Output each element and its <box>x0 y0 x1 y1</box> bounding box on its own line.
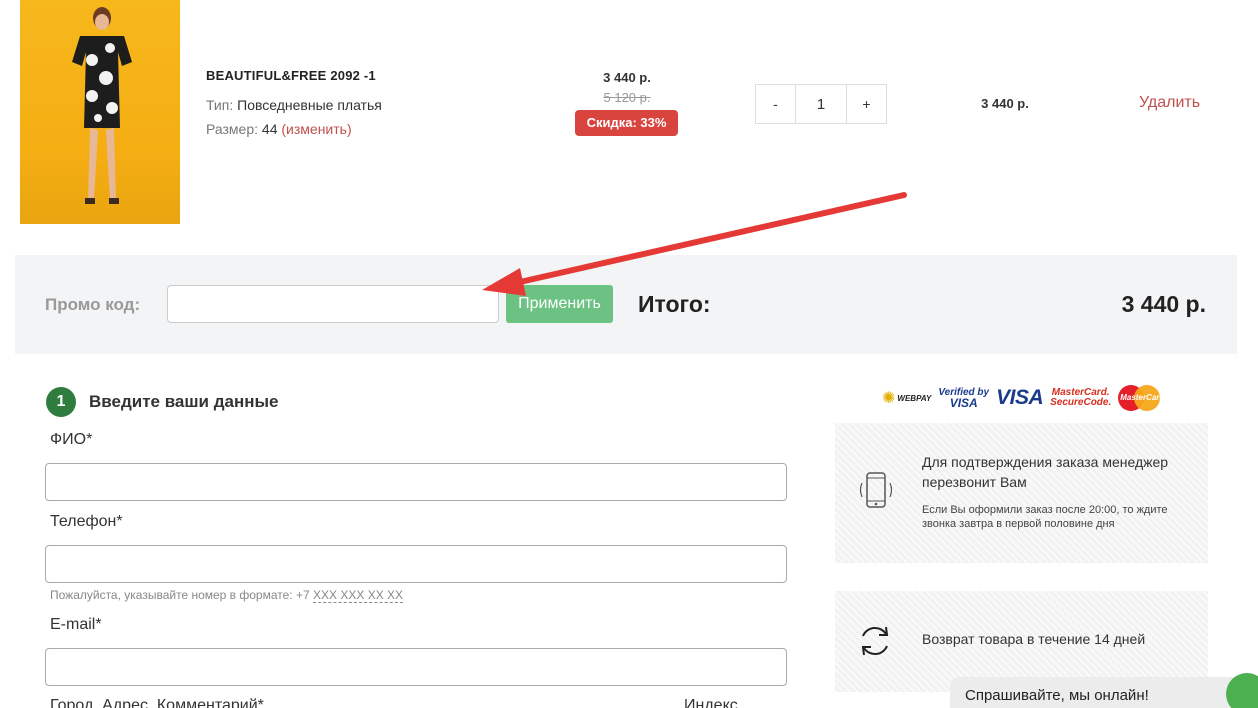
product-type: Тип: Повседневные платья <box>206 97 382 113</box>
product-image[interactable] <box>20 0 180 224</box>
phone-field[interactable] <box>45 545 787 583</box>
webpay-star-icon: ✺ <box>882 390 896 407</box>
product-size-value: 44 <box>261 121 278 137</box>
webpay-text: WEBPAY <box>897 393 932 403</box>
fio-field[interactable] <box>45 463 787 501</box>
chat-widget-tab[interactable]: Спрашивайте, мы онлайн! <box>950 673 1258 708</box>
phone-hint: Пожалуйста, указывайте номер в формате: … <box>50 588 404 603</box>
chat-online-indicator-icon <box>1226 673 1258 708</box>
step-number-badge: 1 <box>46 387 76 417</box>
email-field[interactable] <box>45 648 787 686</box>
apply-promo-button[interactable]: Применить <box>506 285 613 323</box>
mc-securecode-line2: SecureCode. <box>1050 397 1112 408</box>
quantity-value[interactable]: 1 <box>795 85 847 123</box>
promo-code-input[interactable] <box>167 285 499 323</box>
promo-bar: Промо код: Применить Итого: 3 440 р. <box>15 255 1237 354</box>
phone-icon <box>859 472 893 508</box>
quantity-increase-button[interactable]: + <box>847 85 886 123</box>
quantity-decrease-button[interactable]: - <box>756 85 795 123</box>
mastercard-logo: MasterCard <box>1118 385 1164 411</box>
return-title: Возврат товара в течение 14 дней <box>922 631 1146 647</box>
callback-info-box: Для подтверждения заказа менеджер перезв… <box>835 423 1208 563</box>
visa-logo: VISA <box>996 386 1044 409</box>
index-label: Индекс <box>684 697 738 708</box>
current-price: 3 440 р. <box>603 70 651 85</box>
phone-hint-format: XXX XXX XX XX <box>313 588 404 603</box>
phone-label: Телефон* <box>50 513 123 530</box>
quantity-stepper: - 1 + <box>755 84 887 124</box>
payment-logos: ✺ WEBPAY Verified by VISA VISA MasterCar… <box>882 383 1164 413</box>
callback-note: Если Вы оформили заказ после 20:00, то ж… <box>922 504 1168 530</box>
verified-by-visa-logo: Verified by VISA <box>938 388 989 410</box>
step-title: Введите ваши данные <box>89 392 279 411</box>
chat-label: Спрашивайте, мы онлайн! <box>965 687 1149 704</box>
product-type-label: Тип: <box>206 97 234 113</box>
product-size: Размер: 44 (изменить) <box>206 121 352 137</box>
email-label: E-mail* <box>50 616 102 633</box>
mastercard-text: MasterCard <box>1120 393 1165 402</box>
callback-title: Для подтверждения заказа менеджер перезв… <box>922 454 1169 490</box>
webpay-logo: ✺ WEBPAY <box>882 388 931 408</box>
remove-item-link[interactable]: Удалить <box>1139 94 1200 112</box>
mastercard-securecode-logo: MasterCard. SecureCode. <box>1050 388 1111 408</box>
row-total: 3 440 р. <box>981 96 1029 111</box>
refresh-icon <box>861 626 889 656</box>
size-change-link[interactable]: (изменить) <box>281 121 351 137</box>
product-size-label: Размер: <box>206 121 259 137</box>
discount-badge: Скидка: 33% <box>575 110 678 136</box>
product-name[interactable]: BEAUTIFUL&FREE 2092 -1 <box>206 68 376 83</box>
phone-hint-text: Пожалуйста, указывайте номер в формате: … <box>50 588 310 602</box>
promo-code-label: Промо код: <box>45 295 141 314</box>
fio-label: ФИО* <box>50 431 93 448</box>
address-label: Город, Адрес, Комментарий* <box>50 697 264 708</box>
verified-visa-text: VISA <box>949 396 978 410</box>
product-type-value: Повседневные платья <box>237 97 382 113</box>
total-value: 3 440 р. <box>1121 291 1206 317</box>
total-label: Итого: <box>638 291 711 317</box>
old-price: 5 120 р. <box>603 90 651 105</box>
